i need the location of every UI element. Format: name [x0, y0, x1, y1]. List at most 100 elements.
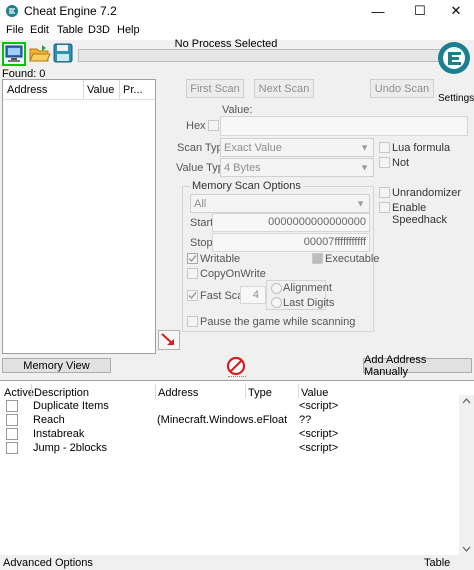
active-checkbox[interactable] [6, 428, 18, 440]
settings-logo-button[interactable] [436, 40, 472, 76]
scroll-up-icon [462, 398, 471, 404]
col-active[interactable]: Active [4, 387, 34, 399]
table-row[interactable]: Jump - 2blocks <script> [0, 441, 459, 455]
stop-label: Stop [190, 237, 213, 249]
no-entry-icon [226, 356, 246, 376]
minimize-button[interactable]: — [362, 0, 394, 22]
active-checkbox[interactable] [6, 414, 18, 426]
executable-label: Executable [325, 253, 380, 265]
minimize-icon: — [371, 3, 385, 19]
menu-edit[interactable]: Edit [30, 24, 49, 36]
maximize-button[interactable]: ☐ [404, 0, 436, 22]
col-addr[interactable]: Address [158, 387, 198, 399]
lua-formula-checkbox[interactable] [379, 142, 390, 153]
hex-label: Hex [186, 120, 206, 132]
value-input[interactable] [220, 116, 468, 136]
undo-scan-button[interactable]: Undo Scan [370, 79, 434, 98]
table-extras-link[interactable]: Table Extras [424, 557, 474, 570]
cheat-engine-app-icon [6, 5, 18, 17]
col-address[interactable]: Address [7, 84, 47, 96]
unrandomizer-label: Unrandomizer [392, 187, 462, 199]
first-scan-button[interactable]: First Scan [186, 79, 244, 98]
save-button[interactable] [52, 42, 76, 66]
writable-checkbox[interactable] [187, 253, 198, 264]
address-list-table[interactable]: Active Description Address Type Value Du… [0, 380, 474, 555]
cheat-engine-logo-icon [438, 42, 470, 74]
col-divider [119, 80, 120, 100]
last-digits-radio[interactable] [271, 297, 282, 308]
value-type-value: 4 Bytes [224, 161, 261, 174]
not-label: Not [392, 157, 410, 169]
floppy-disk-icon [53, 43, 73, 63]
speedhack-label: Enable Speedhack [392, 202, 448, 226]
close-icon: ✕ [450, 3, 462, 18]
copy-on-write-label: CopyOnWrite [200, 268, 266, 280]
row-description: Jump - 2blocks [33, 442, 107, 454]
start-address-input[interactable]: 0000000000000000 [212, 213, 370, 232]
close-button[interactable]: ✕ [440, 0, 472, 22]
col-divider [245, 384, 246, 398]
menu-d3d[interactable]: D3D [88, 24, 110, 36]
open-file-button[interactable] [28, 42, 52, 66]
menu-help[interactable]: Help [117, 24, 140, 36]
title-bar: Cheat Engine 7.2 — ☐ ✕ [0, 0, 474, 22]
next-scan-button[interactable]: Next Scan [254, 79, 314, 98]
settings-label[interactable]: Settings [438, 93, 474, 104]
speedhack-checkbox[interactable] [379, 202, 390, 213]
memory-region-value: All [194, 197, 207, 210]
alignment-label: Alignment [283, 282, 332, 294]
row-value: <script> [299, 442, 339, 454]
unrandomizer-checkbox[interactable] [379, 187, 390, 198]
fast-scan-input[interactable]: 4 [240, 286, 266, 304]
table-row[interactable]: Duplicate Items <script> [0, 399, 459, 413]
alignment-radio[interactable] [271, 283, 282, 294]
scan-type-value: Exact Value [224, 141, 282, 154]
maximize-icon: ☐ [414, 3, 426, 18]
checkmark-icon [188, 292, 197, 300]
col-divider [83, 80, 84, 100]
red-arrow-icon [161, 333, 174, 345]
copy-on-write-checkbox[interactable] [187, 268, 198, 279]
scan-type-select[interactable]: Exact Value ▼ [220, 138, 374, 157]
col-previous[interactable]: Pr... [123, 84, 143, 96]
hex-checkbox[interactable] [208, 120, 219, 131]
chevron-down-icon: ▼ [356, 198, 365, 208]
col-description[interactable]: Description [34, 387, 89, 399]
col-val[interactable]: Value [301, 387, 328, 399]
menu-table[interactable]: Table [57, 24, 83, 36]
active-checkbox[interactable] [6, 442, 18, 454]
row-address: (Minecraft.Windows.eFloat [157, 414, 288, 426]
row-description: Duplicate Items [33, 400, 109, 412]
value-type-select[interactable]: 4 Bytes ▼ [220, 158, 374, 177]
start-label: Start [190, 217, 214, 229]
checkmark-icon [188, 255, 197, 263]
col-type[interactable]: Type [248, 387, 272, 399]
row-value: <script> [299, 428, 339, 440]
fast-scan-checkbox[interactable] [187, 290, 198, 301]
menu-file[interactable]: File [6, 24, 24, 36]
add-address-manually-button[interactable]: Add Address Manually [363, 354, 472, 378]
not-checkbox[interactable] [379, 157, 390, 168]
pause-game-checkbox[interactable] [187, 316, 198, 327]
col-value[interactable]: Value [87, 84, 114, 96]
splitter-handle[interactable] [228, 376, 246, 379]
memory-region-select[interactable]: All ▼ [190, 194, 370, 213]
scan-results-list[interactable]: Address Value Pr... [2, 79, 156, 354]
table-row[interactable]: Reach (Minecraft.Windows.eFloat ?? [0, 413, 459, 427]
clear-list-button[interactable] [225, 355, 247, 377]
value-label: Value: [222, 104, 253, 116]
stop-address-input[interactable]: 00007fffffffffff [212, 233, 370, 252]
folder-open-icon [29, 45, 51, 62]
col-divider [31, 384, 32, 398]
memory-view-button[interactable]: Memory View [2, 358, 111, 373]
chevron-down-icon: ▼ [360, 162, 369, 172]
table-row[interactable]: Instabreak <script> [0, 427, 459, 441]
advanced-options-link[interactable]: Advanced Options [3, 557, 93, 569]
select-process-button[interactable] [2, 42, 26, 66]
memory-scan-options-title: Memory Scan Options [190, 180, 303, 192]
active-checkbox[interactable] [6, 400, 18, 412]
address-list-scrollbar[interactable] [459, 395, 474, 555]
lua-formula-label: Lua formula [392, 142, 451, 154]
executable-checkbox[interactable] [312, 253, 323, 264]
add-to-list-arrow-button[interactable] [158, 330, 180, 350]
